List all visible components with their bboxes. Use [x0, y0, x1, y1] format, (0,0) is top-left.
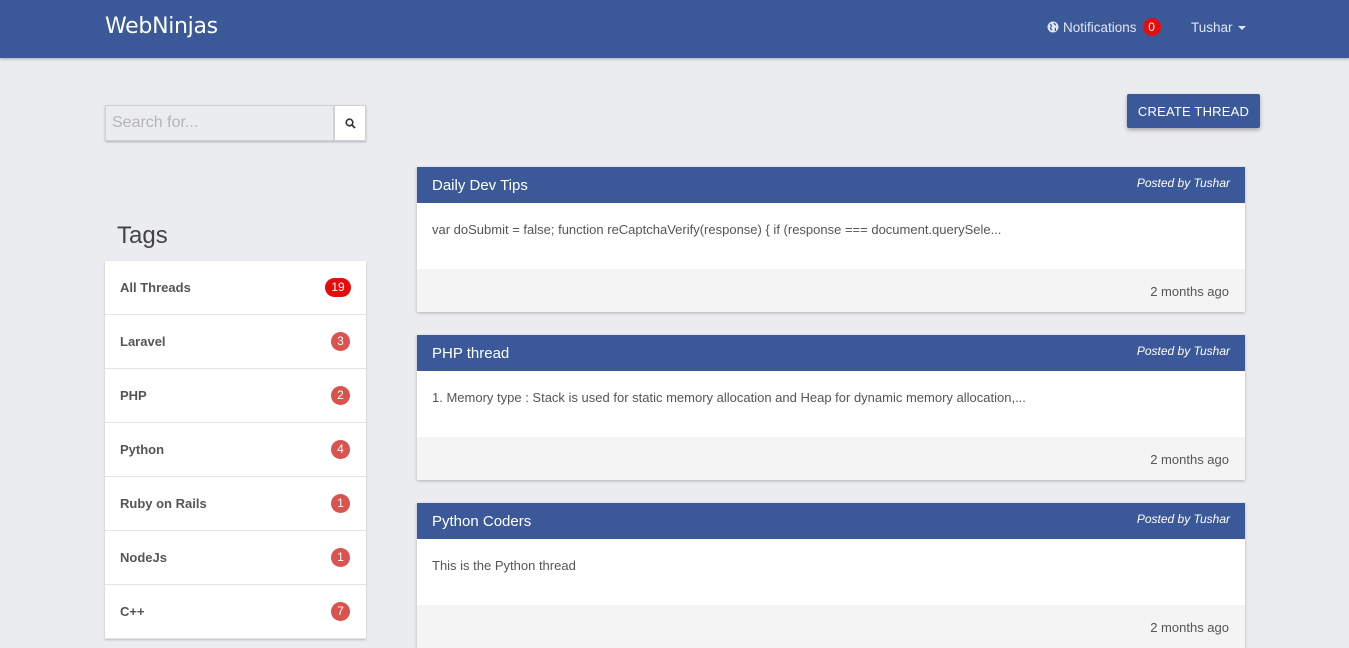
brand-logo[interactable]: WebNinjas — [105, 14, 218, 39]
thread-excerpt: var doSubmit = false; function reCaptcha… — [432, 222, 1002, 237]
tag-label: NodeJs — [120, 550, 167, 565]
thread-footer: 2 months ago — [417, 605, 1245, 648]
user-name: Tushar — [1191, 20, 1233, 35]
tag-item-python[interactable]: Python 4 — [105, 423, 366, 477]
thread-excerpt: This is the Python thread — [432, 558, 576, 573]
tag-item-laravel[interactable]: Laravel 3 — [105, 315, 366, 369]
top-navbar: WebNinjas Notifications 0 Tushar — [0, 0, 1349, 58]
thread-timestamp: 2 months ago — [1150, 620, 1229, 635]
thread-header[interactable]: Python Coders Posted by Tushar — [417, 503, 1245, 539]
thread-body: 1. Memory type : Stack is used for stati… — [417, 371, 1245, 437]
thread-excerpt: 1. Memory type : Stack is used for stati… — [432, 390, 1026, 405]
search-button[interactable] — [334, 105, 366, 141]
thread-title[interactable]: Python Coders — [432, 513, 531, 530]
tag-count-badge: 2 — [331, 386, 350, 405]
tag-count-badge: 1 — [331, 494, 350, 513]
tag-count-badge: 4 — [331, 440, 350, 459]
tag-count-badge: 3 — [331, 332, 350, 351]
search-icon — [344, 117, 356, 129]
thread-timestamp: 2 months ago — [1150, 452, 1229, 467]
tag-label: All Threads — [120, 280, 191, 295]
tag-item-all-threads[interactable]: All Threads 19 — [105, 261, 366, 315]
tags-heading: Tags — [117, 222, 168, 249]
tag-label: Python — [120, 442, 165, 457]
thread-header[interactable]: PHP thread Posted by Tushar — [417, 335, 1245, 371]
caret-down-icon — [1237, 26, 1246, 31]
thread-author: Posted by Tushar — [1136, 512, 1230, 526]
thread-card: Daily Dev Tips Posted by Tushar var doSu… — [417, 167, 1245, 312]
create-thread-button[interactable]: CREATE THREAD — [1127, 94, 1260, 128]
thread-card: PHP thread Posted by Tushar 1. Memory ty… — [417, 335, 1245, 480]
globe-icon — [1047, 21, 1059, 33]
thread-timestamp: 2 months ago — [1150, 284, 1229, 299]
tag-count-badge: 7 — [331, 602, 350, 621]
tag-item-nodejs[interactable]: NodeJs 1 — [105, 531, 366, 585]
notifications-link[interactable]: Notifications 0 — [1047, 18, 1161, 36]
search-input[interactable] — [105, 105, 334, 141]
thread-header[interactable]: Daily Dev Tips Posted by Tushar — [417, 167, 1245, 203]
tag-count-badge: 19 — [325, 278, 351, 297]
notifications-count-badge: 0 — [1142, 18, 1161, 36]
search-bar — [105, 105, 366, 141]
thread-footer: 2 months ago — [417, 269, 1245, 312]
thread-body: var doSubmit = false; function reCaptcha… — [417, 203, 1245, 269]
thread-title[interactable]: PHP thread — [432, 345, 509, 362]
tag-label: PHP — [120, 388, 147, 403]
thread-footer: 2 months ago — [417, 437, 1245, 480]
tag-label: Ruby on Rails — [120, 496, 207, 511]
tag-item-ruby-on-rails[interactable]: Ruby on Rails 1 — [105, 477, 366, 531]
tag-item-php[interactable]: PHP 2 — [105, 369, 366, 423]
tag-count-badge: 1 — [331, 548, 350, 567]
tag-label: Laravel — [120, 334, 166, 349]
thread-body: This is the Python thread — [417, 539, 1245, 605]
tags-list: All Threads 19 Laravel 3 PHP 2 Python 4 … — [105, 261, 366, 639]
user-menu[interactable]: Tushar — [1191, 20, 1246, 35]
thread-author: Posted by Tushar — [1136, 176, 1230, 190]
thread-author: Posted by Tushar — [1136, 344, 1230, 358]
notifications-label: Notifications — [1063, 19, 1137, 35]
thread-card: Python Coders Posted by Tushar This is t… — [417, 503, 1245, 648]
tag-label: C++ — [120, 604, 145, 619]
thread-title[interactable]: Daily Dev Tips — [432, 177, 528, 194]
